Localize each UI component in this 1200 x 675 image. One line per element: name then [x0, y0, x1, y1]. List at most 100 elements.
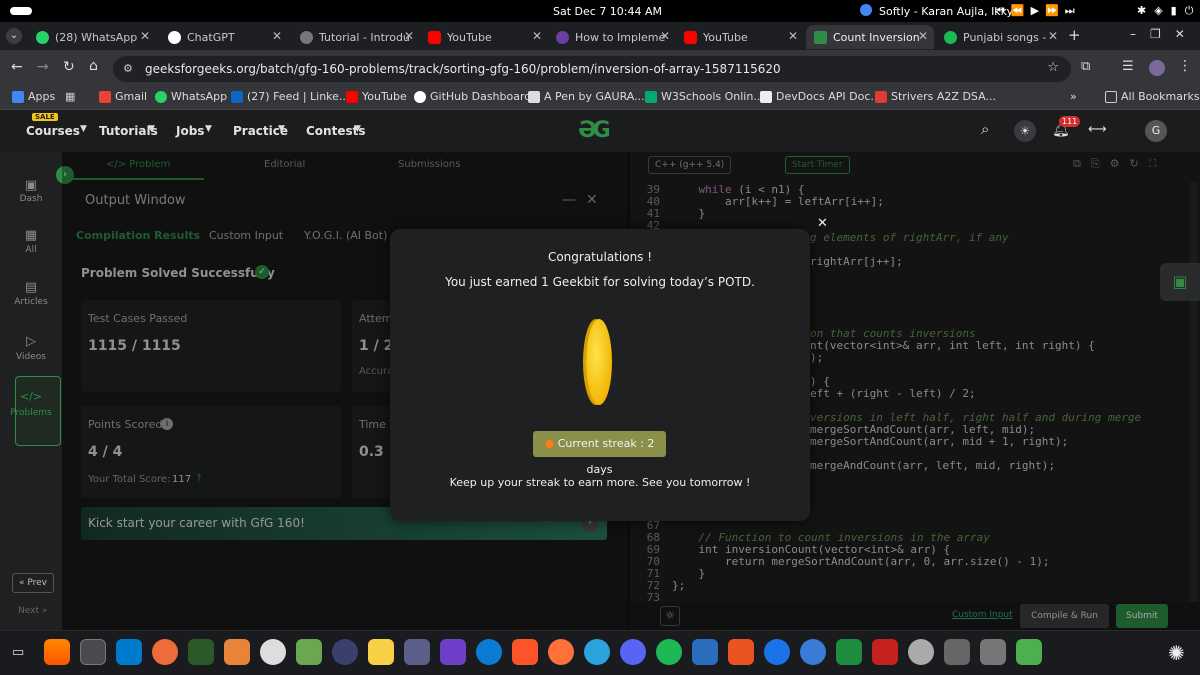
rail-item-all[interactable]: All: [0, 245, 62, 255]
bookmark-linkedin[interactable]: (27) Feed | Linke...: [231, 90, 349, 103]
app-center-icon[interactable]: [260, 639, 286, 665]
close-icon[interactable]: ✕: [140, 29, 150, 43]
tab-chatgpt[interactable]: ChatGPT ✕: [160, 25, 288, 49]
back-arrow-icon[interactable]: ←: [11, 59, 23, 75]
help-icon[interactable]: [800, 639, 826, 665]
tab-count-inversion[interactable]: Count Inversion ✕: [806, 25, 934, 49]
disk-icon[interactable]: [944, 639, 970, 665]
extensions-icon[interactable]: ⧉: [1081, 59, 1090, 74]
gmail-icon[interactable]: [872, 639, 898, 665]
chrome-icon[interactable]: [80, 639, 106, 665]
search-icon[interactable]: ⌕: [981, 120, 989, 138]
sublime-icon[interactable]: [224, 639, 250, 665]
bookmark-star-icon[interactable]: ☆: [1047, 60, 1059, 75]
bookmark-w3schools[interactable]: W3Schools Onlin...: [645, 90, 764, 103]
vpn-icon[interactable]: [764, 639, 790, 665]
tab-how-to-implement[interactable]: How to Impleme ✕: [548, 25, 676, 49]
reading-list-icon[interactable]: ☰: [1122, 59, 1134, 74]
bookmark-whatsapp[interactable]: WhatsApp: [155, 90, 227, 103]
close-icon[interactable]: ✕: [404, 29, 414, 43]
grid-icon[interactable]: ▦: [0, 228, 62, 243]
telegram-icon[interactable]: [584, 639, 610, 665]
mongodb-icon[interactable]: [188, 639, 214, 665]
chat-icon[interactable]: ▣: [1160, 263, 1200, 301]
rail-item-videos[interactable]: Videos: [0, 352, 62, 362]
vscode-icon[interactable]: [116, 639, 142, 665]
kebab-menu-icon[interactable]: ⋮: [1178, 58, 1192, 74]
bookmarks-overflow-icon[interactable]: »: [1070, 90, 1077, 103]
calc-icon[interactable]: [836, 639, 862, 665]
modal-close-icon[interactable]: ✕: [817, 216, 828, 231]
tab-label: Count Inversion: [833, 30, 920, 44]
bookmark-github[interactable]: GitHub Dashboard: [414, 90, 531, 103]
reload-icon[interactable]: ↻: [63, 59, 75, 75]
all-bookmarks[interactable]: All Bookmarks: [1105, 90, 1200, 103]
close-icon[interactable]: ✕: [660, 29, 670, 43]
site-info-icon[interactable]: ⚙: [123, 62, 133, 75]
drive-icon[interactable]: [980, 639, 1006, 665]
brave-icon[interactable]: [512, 639, 538, 665]
rail-item-problems[interactable]: Problems: [0, 408, 62, 418]
profile-avatar[interactable]: [1149, 60, 1165, 76]
now-playing-text[interactable]: Softly - Karan Aujla, Ikky: [879, 5, 1013, 18]
window-controls[interactable]: –❐✕: [1130, 27, 1199, 41]
article-icon[interactable]: ▤: [0, 280, 62, 295]
bookmark-apps[interactable]: Apps: [12, 90, 55, 103]
prev-button[interactable]: « Prev: [12, 573, 55, 593]
system-tray-icons[interactable]: ✱◈▮⏻: [1137, 4, 1200, 18]
translate-icon[interactable]: ⟷: [1088, 122, 1107, 137]
settings-icon[interactable]: [908, 639, 934, 665]
tab-whatsapp[interactable]: (28) WhatsApp ✕: [28, 25, 156, 49]
tab-groups-icon[interactable]: ▦: [65, 90, 75, 103]
home-icon[interactable]: ⌂: [89, 58, 98, 74]
bookmark-strivers[interactable]: Strivers A2Z DSA...: [875, 90, 996, 103]
eclipse-icon[interactable]: [332, 639, 358, 665]
bookmark-youtube[interactable]: YouTube: [346, 90, 407, 103]
avatar[interactable]: G: [1145, 120, 1167, 142]
cube-icon[interactable]: [296, 639, 322, 665]
nav-courses[interactable]: Courses: [26, 124, 80, 138]
close-icon[interactable]: ✕: [788, 29, 798, 43]
new-tab-button[interactable]: +: [1068, 26, 1081, 44]
next-button[interactable]: Next »: [18, 606, 47, 616]
gfg-logo[interactable]: ƏG: [578, 118, 611, 143]
vlc-icon[interactable]: [44, 639, 70, 665]
tab-tutorial[interactable]: Tutorial - Introdu ✕: [292, 25, 420, 49]
spotify-icon[interactable]: [656, 639, 682, 665]
edge-icon[interactable]: [476, 639, 502, 665]
nav-jobs[interactable]: Jobs: [176, 124, 204, 138]
discord-icon[interactable]: [620, 639, 646, 665]
close-icon[interactable]: ✕: [1048, 29, 1058, 43]
bookmark-devdocs[interactable]: DevDocs API Doc...: [760, 90, 881, 103]
tab-youtube-2[interactable]: YouTube ✕: [676, 25, 804, 49]
trash-icon[interactable]: [1016, 639, 1042, 665]
media-controls[interactable]: ⏮⏪▶⏩⏭: [995, 4, 1081, 18]
address-input[interactable]: ⚙ geeksforgeeks.org/batch/gfg-160-proble…: [113, 56, 1071, 82]
close-icon[interactable]: ✕: [272, 29, 282, 43]
theme-toggle-icon[interactable]: ☀: [1014, 120, 1036, 142]
tab-youtube[interactable]: YouTube ✕: [420, 25, 548, 49]
rail-item-dash[interactable]: Dash: [0, 194, 62, 204]
firefox-icon[interactable]: [548, 639, 574, 665]
bookmark-gmail[interactable]: Gmail: [99, 90, 147, 103]
activities-icon[interactable]: [10, 7, 32, 15]
forward-arrow-icon[interactable]: →: [37, 59, 49, 75]
close-icon[interactable]: ✕: [918, 29, 928, 43]
app-grid-icon[interactable]: ✺: [1168, 641, 1185, 665]
bookmark-codepen[interactable]: A Pen by GAURA...: [528, 90, 645, 103]
modal-title: Congratulations !: [547, 250, 653, 264]
tab-punjabi-songs[interactable]: Punjabi songs - ✕: [936, 25, 1064, 49]
system-clock[interactable]: Sat Dec 7 10:44 AM: [553, 5, 662, 18]
dashboard-icon[interactable]: ▣: [0, 178, 62, 193]
close-icon[interactable]: ✕: [532, 29, 542, 43]
video-icon[interactable]: ▷: [0, 334, 62, 349]
writer-icon[interactable]: [692, 639, 718, 665]
terminal-icon[interactable]: ▭: [12, 645, 24, 660]
tab-search-icon[interactable]: ⌄: [6, 28, 22, 44]
files-icon[interactable]: [404, 639, 430, 665]
postman-icon[interactable]: [152, 639, 178, 665]
software-icon[interactable]: [728, 639, 754, 665]
rail-item-articles[interactable]: Articles: [0, 297, 62, 307]
notes-icon[interactable]: [368, 639, 394, 665]
github-desktop-icon[interactable]: [440, 639, 466, 665]
